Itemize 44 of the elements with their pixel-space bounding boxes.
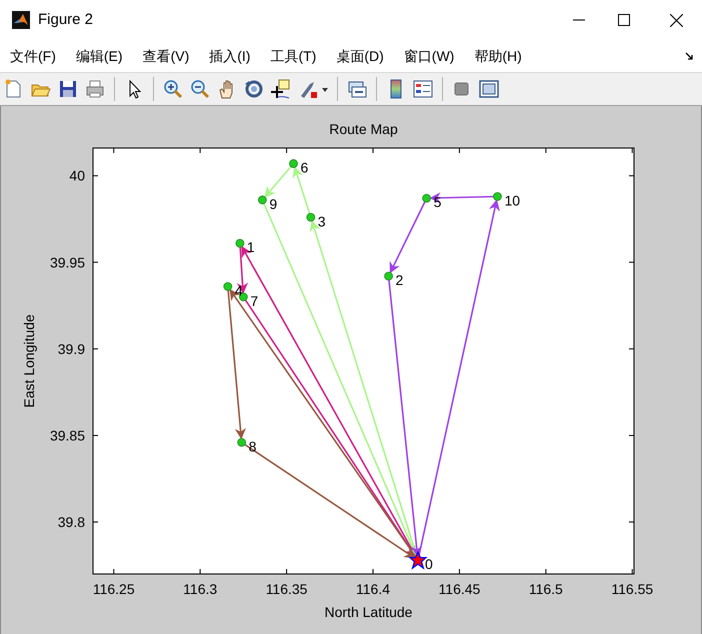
tick-label: 39.85 (50, 427, 85, 444)
point-label: 1 (246, 239, 255, 256)
data-point (223, 282, 232, 291)
point-label: 10 (504, 192, 520, 208)
tick-label: 116.25 (92, 581, 135, 597)
legend-icon[interactable] (412, 78, 434, 100)
tick-label: 116.5 (528, 581, 563, 597)
maximize-icon[interactable] (618, 14, 630, 26)
tick-label: 116.35 (266, 581, 308, 597)
tick-label: 39.9 (58, 340, 85, 357)
point-label: 7 (250, 292, 258, 309)
zoom-out-icon[interactable] (189, 78, 211, 100)
menu-item[interactable]: 插入(I) (209, 46, 250, 66)
tick-label: 39.95 (50, 254, 85, 270)
menu-item[interactable]: 查看(V) (142, 46, 190, 66)
dock-arrow-icon[interactable] (685, 52, 694, 61)
window-title: Figure 2 (38, 10, 94, 30)
x-axis-label: North Latitude (324, 604, 412, 620)
data-point (236, 238, 244, 248)
menu-item[interactable]: 帮助(H) (474, 46, 522, 66)
data-cursor-icon[interactable] (270, 78, 292, 100)
point-label: 0 (424, 556, 433, 572)
data-point (493, 192, 502, 201)
y-axis-label: East Longitude (21, 314, 37, 408)
menu-item[interactable]: 编辑(E) (76, 46, 123, 66)
data-point (237, 438, 246, 447)
menu-item[interactable]: 工具(T) (270, 46, 316, 66)
tick-label: 40 (69, 168, 85, 184)
chart-title: Route Map (329, 121, 398, 137)
zoom-in-icon[interactable] (162, 78, 184, 100)
close-icon[interactable] (670, 14, 683, 26)
rotate-icon[interactable] (243, 78, 265, 100)
printer-icon[interactable] (84, 78, 106, 100)
show-plot-tools-icon[interactable] (478, 78, 500, 100)
tick-label: 116.3 (183, 581, 218, 597)
menu-item[interactable]: 文件(F) (10, 46, 56, 66)
tick-label: 116.55 (611, 581, 654, 597)
app-icon (12, 11, 30, 29)
menu-item[interactable]: 桌面(D) (336, 46, 384, 66)
data-point (422, 194, 431, 203)
tick-label: 116.45 (438, 581, 480, 597)
tick-label: 39.8 (58, 514, 85, 530)
menu-item[interactable]: 窗口(W) (404, 46, 454, 66)
tick-label: 116.4 (356, 581, 390, 597)
